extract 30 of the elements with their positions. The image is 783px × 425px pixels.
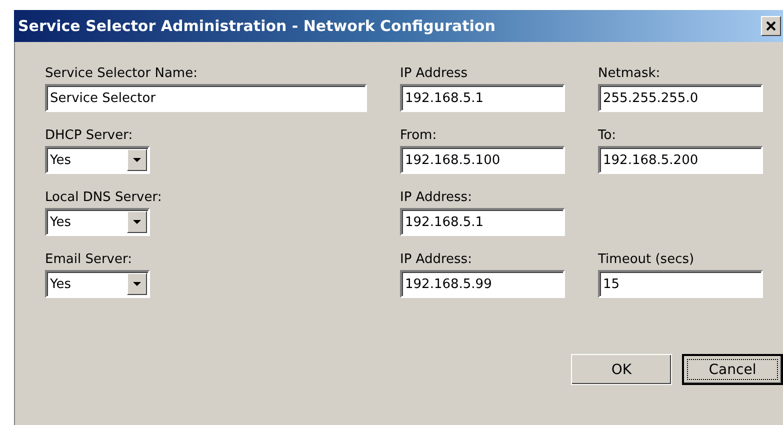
dropdown[interactable]: Yes [45, 270, 150, 298]
text-field[interactable]: Service Selector [45, 84, 367, 112]
field-label: Email Server: [45, 252, 133, 268]
field-label: Netmask: [598, 66, 662, 82]
text-field[interactable]: 15 [598, 270, 763, 298]
field-label: IP Address [400, 66, 469, 82]
text-field[interactable]: 192.168.5.100 [400, 146, 565, 174]
close-button[interactable] [761, 16, 781, 36]
text-field[interactable]: 192.168.5.1 [400, 84, 565, 112]
text-field[interactable]: 192.168.5.99 [400, 270, 565, 298]
dialog-button[interactable]: OK [571, 354, 672, 385]
field-label: Local DNS Server: [45, 190, 163, 206]
field-label: To: [598, 128, 618, 144]
caret-icon [133, 158, 141, 162]
close-icon [766, 21, 776, 31]
text-field[interactable]: 192.168.5.200 [598, 146, 763, 174]
field-label: DHCP Server: [45, 128, 134, 144]
caret-icon [133, 282, 141, 286]
field-label: IP Address: [400, 190, 473, 206]
field-label: From: [400, 128, 438, 144]
window-title: Service Selector Administration - Network Configuration [18, 17, 496, 35]
field-label: Timeout (secs) [598, 252, 696, 268]
caret-icon [133, 220, 141, 224]
dropdown[interactable]: Yes [45, 208, 150, 236]
text-field[interactable]: 192.168.5.1 [400, 208, 565, 236]
text-field[interactable]: 255.255.255.0 [598, 84, 763, 112]
dialog-button[interactable]: Cancel [682, 354, 783, 385]
field-label: Service Selector Name: [45, 66, 198, 82]
field-label: IP Address: [400, 252, 473, 268]
dropdown[interactable]: Yes [45, 146, 150, 174]
